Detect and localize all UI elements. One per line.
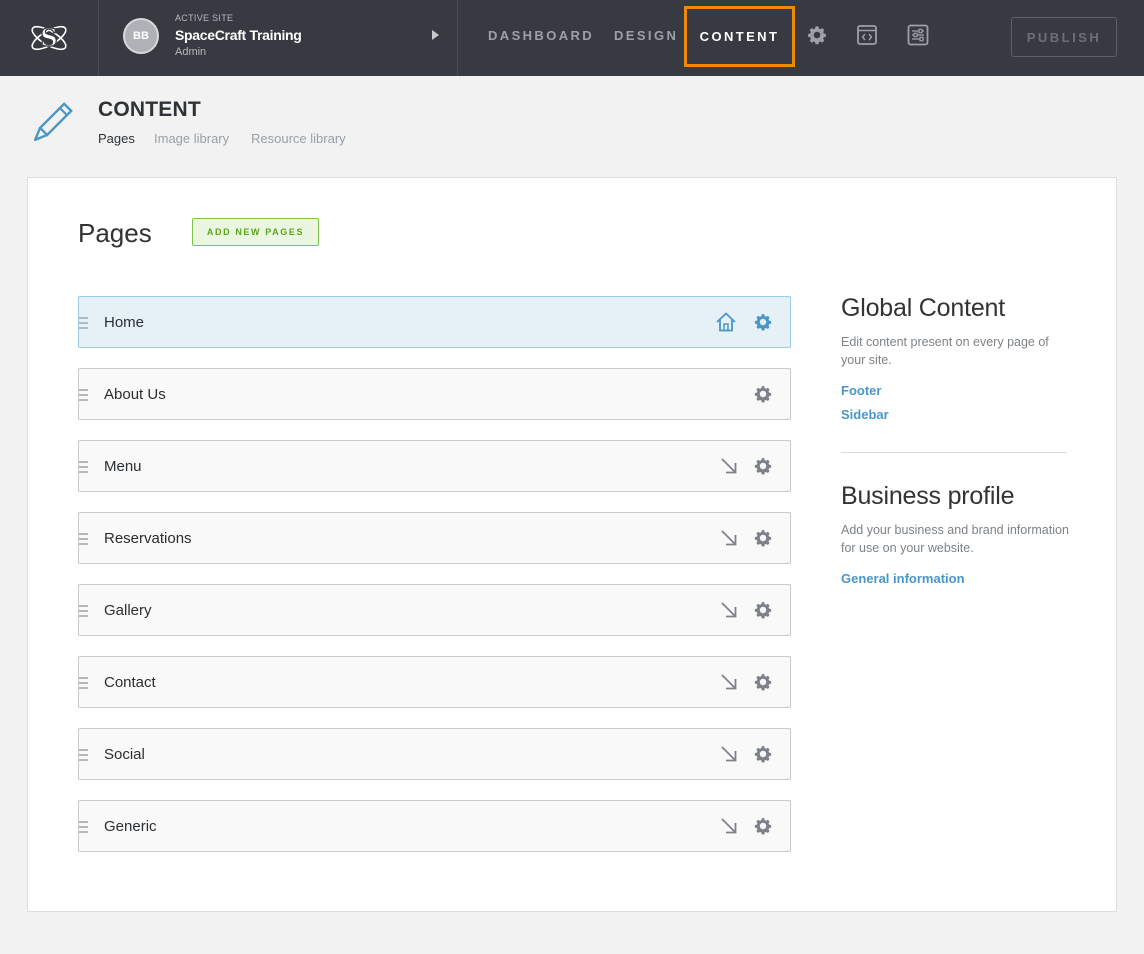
page-row-label: Social (104, 746, 145, 763)
sidebar-link[interactable]: Sidebar (841, 407, 889, 422)
drag-handle-icon[interactable] (79, 749, 88, 761)
business-profile-heading: Business profile (841, 482, 1015, 510)
page-row-label: About Us (104, 386, 166, 403)
global-content-description: Edit content present on every page of yo… (841, 335, 1049, 367)
site-name: SpaceCraft Training (175, 27, 302, 43)
general-information-link[interactable]: General information (841, 571, 965, 586)
page-title: CONTENT (98, 98, 201, 121)
set-as-home-arrow-icon[interactable] (718, 599, 740, 621)
page-row-label: Contact (104, 674, 156, 691)
page-row-menu[interactable]: Menu (78, 440, 791, 492)
page-settings-gear-icon[interactable] (752, 527, 774, 549)
spacecraft-logo-icon: S (31, 22, 67, 53)
page-row-contact[interactable]: Contact (78, 656, 791, 708)
drag-handle-icon[interactable] (79, 821, 88, 833)
set-as-home-arrow-icon[interactable] (718, 527, 740, 549)
drag-handle-icon[interactable] (79, 461, 88, 473)
nav-tab-dashboard[interactable]: DASHBOARD (488, 0, 594, 72)
page-row-gallery[interactable]: Gallery (78, 584, 791, 636)
drag-handle-icon[interactable] (79, 389, 88, 401)
add-new-pages-button[interactable]: ADD NEW PAGES (192, 218, 319, 246)
page-row-label: Home (104, 314, 145, 331)
home-icon[interactable] (715, 311, 737, 333)
page-row-about-us[interactable]: About Us (78, 368, 791, 420)
logo[interactable]: S (0, 0, 99, 76)
page-row-label: Reservations (104, 530, 192, 547)
footer-link[interactable]: Footer (841, 383, 881, 398)
publish-button[interactable]: PUBLISH (1011, 17, 1117, 57)
page-row-label: Menu (104, 458, 142, 475)
page-row-label: Gallery (104, 602, 152, 619)
code-editor-icon[interactable] (855, 22, 879, 48)
svg-text:S: S (40, 23, 57, 52)
set-as-home-arrow-icon[interactable] (718, 815, 740, 837)
nav-tab-design[interactable]: DESIGN (614, 0, 678, 72)
page-row-social[interactable]: Social (78, 728, 791, 780)
content-panel: Pages ADD NEW PAGES Home About Us Menu R… (27, 177, 1117, 912)
drag-handle-icon[interactable] (79, 677, 88, 689)
set-as-home-arrow-icon[interactable] (718, 455, 740, 477)
set-as-home-arrow-icon[interactable] (718, 743, 740, 765)
page-row-label: Generic (104, 818, 157, 835)
drag-handle-icon[interactable] (79, 605, 88, 617)
drag-handle-icon[interactable] (79, 317, 88, 329)
page-settings-gear-icon[interactable] (752, 599, 774, 621)
settings-gear-icon[interactable] (805, 22, 829, 48)
active-site-caption: ACTIVE SITE (175, 13, 234, 23)
sub-tab-resource-library[interactable]: Resource library (251, 131, 346, 146)
page-settings-gear-icon[interactable] (752, 455, 774, 477)
divider (841, 452, 1067, 453)
site-switch-arrow-icon[interactable] (432, 30, 439, 40)
active-site-switcher[interactable]: BB ACTIVE SITE SpaceCraft Training Admin (99, 0, 458, 76)
set-as-home-arrow-icon[interactable] (718, 671, 740, 693)
site-role: Admin (175, 46, 207, 58)
page-settings-gear-icon[interactable] (752, 743, 774, 765)
page-row-reservations[interactable]: Reservations (78, 512, 791, 564)
global-content-heading: Global Content (841, 294, 1005, 322)
pencil-icon (27, 102, 73, 153)
page-row-generic[interactable]: Generic (78, 800, 791, 852)
sub-tab-image-library[interactable]: Image library (154, 131, 229, 146)
drag-handle-icon[interactable] (79, 533, 88, 545)
page-settings-gear-icon[interactable] (752, 311, 774, 333)
page-row-home[interactable]: Home (78, 296, 791, 348)
pages-heading: Pages (78, 218, 152, 248)
nav-tab-content[interactable]: CONTENT (684, 6, 795, 67)
top-bar: S BB ACTIVE SITE SpaceCraft Training Adm… (0, 0, 1144, 76)
page-settings-gear-icon[interactable] (752, 383, 774, 405)
page-settings-gear-icon[interactable] (752, 671, 774, 693)
business-profile-description: Add your business and brand information … (841, 523, 1069, 555)
site-settings-sliders-icon[interactable] (906, 22, 930, 48)
avatar: BB (123, 18, 159, 54)
sub-tab-pages[interactable]: Pages (98, 131, 135, 146)
page-settings-gear-icon[interactable] (752, 815, 774, 837)
